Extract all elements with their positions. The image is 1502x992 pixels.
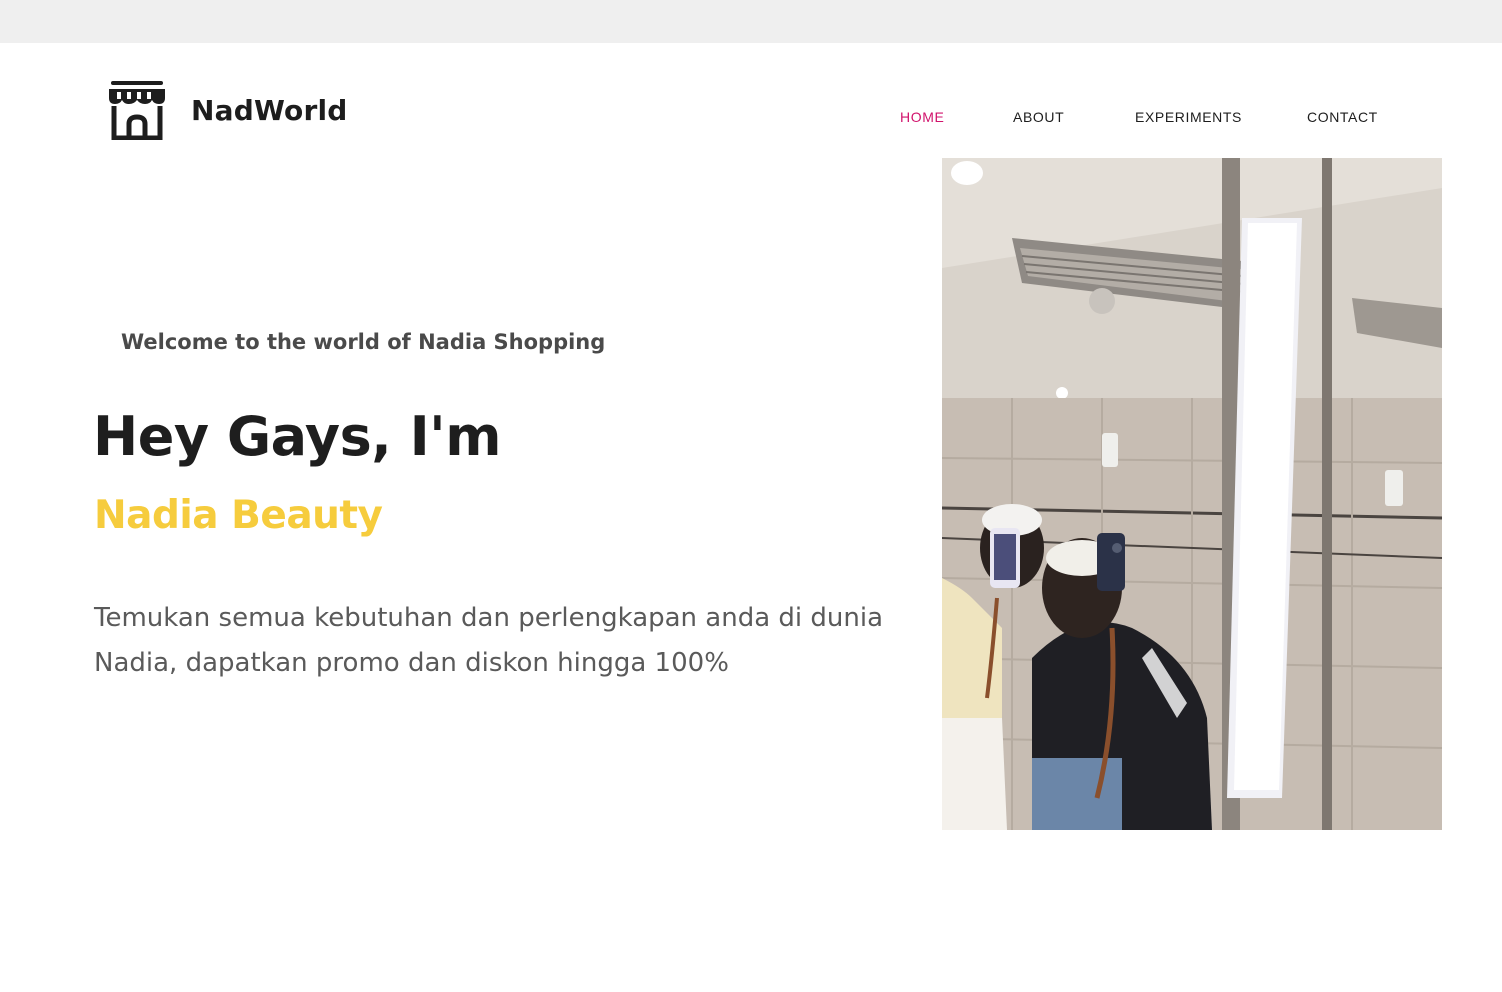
brand-name[interactable]: NadWorld [191,94,348,127]
welcome-text: Welcome to the world of Nadia Shopping [121,330,606,354]
nav-home[interactable]: HOME [900,109,944,125]
nav-experiments[interactable]: EXPERIMENTS [1135,109,1242,125]
site-header: NadWorld HOME ABOUT EXPERIMENTS CONTACT [0,43,1502,158]
nav-about[interactable]: ABOUT [1013,109,1064,125]
hero-description: Temukan semua kebutuhan dan perlengkapan… [94,603,884,678]
hero-name: Nadia Beauty [94,493,383,538]
browser-top-strip [0,0,1502,43]
nav-contact[interactable]: CONTACT [1307,109,1378,125]
hero-greeting: Hey Gays, I'm [93,405,501,468]
logo[interactable]: NadWorld [107,80,348,140]
hero-photo [942,158,1442,830]
storefront-icon [109,81,165,140]
